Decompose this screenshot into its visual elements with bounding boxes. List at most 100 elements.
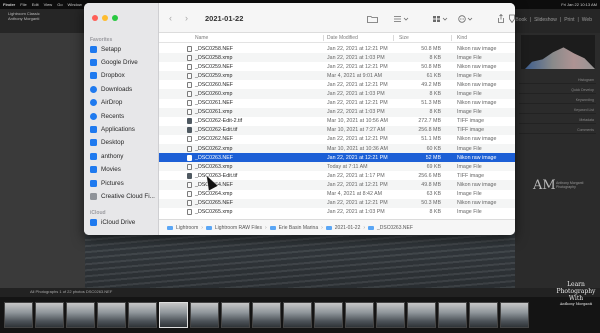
back-button[interactable]: ‹ [169, 14, 172, 23]
file-row[interactable]: _DSC0263.NEF Jan 22, 2021 at 12:21 PM 52 M… [159, 153, 515, 163]
sidebar-item-label: Dropbox [101, 72, 125, 80]
filmstrip-thumbnail[interactable] [438, 302, 467, 328]
minimize-window-button[interactable] [102, 15, 108, 21]
filmstrip-thumbnail[interactable] [128, 302, 157, 328]
column-header-name[interactable]: Name [195, 35, 208, 41]
sidebar-item-recents[interactable]: Recents [90, 110, 124, 122]
module-web[interactable]: Web [582, 17, 592, 23]
sidebar-item-dropbox[interactable]: Dropbox [90, 70, 125, 82]
file-row[interactable]: _DSC0258.NEF Jan 22, 2021 at 12:21 PM 50.8… [159, 44, 515, 53]
sidebar-item-anthony[interactable]: anthony [90, 150, 123, 162]
panel-section-metadata[interactable]: Metadata [519, 117, 596, 124]
file-row[interactable]: _DSC0265.xmp Jan 22, 2021 at 1:03 PM 8 KB I… [159, 208, 515, 217]
filmstrip-thumbnail[interactable] [407, 302, 436, 328]
filmstrip-thumbnail[interactable] [500, 302, 529, 328]
menu-item-file[interactable]: File [20, 0, 26, 9]
new-folder-icon[interactable] [366, 14, 378, 23]
file-size: 60 KB [426, 145, 441, 152]
file-row[interactable]: _DSC0260.xmp Jan 22, 2021 at 1:03 PM 8 KB I… [159, 89, 515, 99]
file-date-modified: Mar 4, 2021 at 9:01 AM [327, 72, 383, 79]
file-row[interactable]: _DSC0258.xmp Jan 22, 2021 at 1:03 PM 8 KB I… [159, 53, 515, 63]
filmstrip-thumbnail[interactable] [469, 302, 498, 328]
column-header-kind[interactable]: Kind [457, 35, 467, 41]
file-row[interactable]: _DSC0264.xmp Mar 4, 2021 at 8:42 AM 63 KB I… [159, 190, 515, 199]
list-view-icon[interactable] [392, 14, 410, 23]
file-row[interactable]: _DSC0262.xmp Mar 10, 2021 at 10:36 AM 60 K… [159, 144, 515, 154]
column-header-date-modified[interactable]: Date Modified [327, 35, 358, 41]
filmstrip-thumbnail[interactable] [97, 302, 126, 328]
file-row[interactable]: _DSC0265.NEF Jan 22, 2021 at 12:21 PM 50.3… [159, 198, 515, 208]
filmstrip-thumbnail[interactable] [252, 302, 281, 328]
sidebar-item-applications[interactable]: Applications [90, 123, 135, 135]
filmstrip-source-label[interactable]: All Photographs 1 of 22 photos DSC0263.N… [30, 289, 112, 294]
file-row[interactable]: _DSC0259.NEF Jan 22, 2021 at 12:21 PM 50.8… [159, 62, 515, 71]
column-header-size[interactable]: Size [399, 35, 409, 41]
share-icon[interactable] [496, 14, 506, 23]
column-divider[interactable] [393, 35, 394, 41]
close-window-button[interactable] [92, 15, 98, 21]
filmstrip-thumbnail[interactable] [66, 302, 95, 328]
filmstrip-thumbnail[interactable] [159, 302, 188, 328]
path-segment[interactable]: Lightroom [176, 225, 198, 231]
filmstrip-thumbnail[interactable] [345, 302, 374, 328]
document-icon [187, 154, 192, 161]
menu-item-view[interactable]: View [44, 0, 53, 9]
panel-section-histogram[interactable]: Histogram [519, 77, 596, 84]
path-segment[interactable]: _DSC0263.NEF [377, 225, 413, 231]
am-logo-subtitle: Anthony Morganti Photography [556, 181, 584, 189]
sidebar-item-google-drive[interactable]: Google Drive [90, 56, 138, 68]
downloads-icon [90, 85, 97, 93]
sidebar-item-setapp[interactable]: Setapp [90, 43, 121, 55]
path-segment[interactable]: 2021-01-22 [335, 225, 361, 231]
menu-item-edit[interactable]: Edit [32, 0, 39, 9]
file-kind: TIFF image [457, 127, 485, 134]
module-separator: | [559, 17, 562, 23]
menu-item-go[interactable]: Go [57, 0, 62, 9]
zoom-window-button[interactable] [112, 15, 118, 21]
file-row[interactable]: _DSC0259.xmp Mar 4, 2021 at 9:01 AM 61 KB I… [159, 71, 515, 81]
filmstrip-thumbnail[interactable] [314, 302, 343, 328]
sidebar-item-movies[interactable]: Movies [90, 164, 121, 176]
filmstrip-thumbnail[interactable] [221, 302, 250, 328]
sidebar-item-label: Pictures [101, 179, 124, 187]
file-row[interactable]: _DSC0262-Edit.tif Mar 10, 2021 at 7:27 AM… [159, 125, 515, 135]
file-row[interactable]: _DSC0260.NEF Jan 22, 2021 at 12:21 PM 49.2… [159, 80, 515, 89]
panel-section-quick-develop[interactable]: Quick Develop [519, 87, 596, 94]
file-row[interactable]: _DSC0262.NEF Jan 22, 2021 at 12:21 PM 51.1… [159, 135, 515, 144]
tag-icon[interactable] [509, 14, 515, 23]
panel-section-keyword-list[interactable]: Keyword List [519, 107, 596, 114]
column-divider[interactable] [451, 35, 452, 41]
module-slideshow[interactable]: Slideshow [534, 17, 557, 23]
group-by-icon[interactable] [431, 14, 449, 23]
panel-section-comments[interactable]: Comments [519, 127, 596, 134]
file-name: _DSC0262.NEF [195, 136, 233, 143]
filmstrip-thumbnail[interactable] [35, 302, 64, 328]
sidebar-item-creative-cloud-fi[interactable]: Creative Cloud Fi... [90, 190, 155, 202]
filmstrip-thumbnail[interactable] [283, 302, 312, 328]
file-name: _DSC0260.xmp [195, 90, 233, 97]
menu-item-window[interactable]: Window [68, 0, 82, 9]
path-segment[interactable]: Erie Basin Marina [279, 225, 318, 231]
action-menu-icon[interactable] [456, 14, 474, 23]
panel-section-keywording[interactable]: Keywording [519, 97, 596, 104]
file-row[interactable]: _DSC0262-Edit-2.tif Mar 10, 2021 at 10:56… [159, 117, 515, 126]
sidebar-item-desktop[interactable]: Desktop [90, 137, 124, 149]
sidebar-item-pictures[interactable]: Pictures [90, 177, 124, 189]
sidebar-item-airdrop[interactable]: AirDrop [90, 97, 122, 109]
filmstrip-thumbnail[interactable] [376, 302, 405, 328]
filmstrip-thumbnail[interactable] [190, 302, 219, 328]
column-divider[interactable] [323, 35, 324, 41]
file-row[interactable]: _DSC0261.xmp Jan 22, 2021 at 1:03 PM 8 KB I… [159, 107, 515, 117]
file-row[interactable]: _DSC0261.NEF Jan 22, 2021 at 12:21 PM 51.3… [159, 99, 515, 108]
file-row[interactable]: _DSC0263.xmp Today at 7:11 AM 69 KB Image F… [159, 162, 515, 172]
path-segment[interactable]: Lightroom RAW Files [215, 225, 262, 231]
sidebar-item-label: Movies [101, 166, 121, 174]
menu-item-finder[interactable]: Finder [3, 0, 15, 9]
finder-window: Favorites iCloud Setapp Google Drive Dropb… [84, 3, 515, 235]
sidebar-item-downloads[interactable]: Downloads [90, 83, 132, 95]
module-print[interactable]: Print [564, 17, 574, 23]
forward-button[interactable]: › [185, 14, 188, 23]
filmstrip-thumbnail[interactable] [4, 302, 33, 328]
module-book[interactable]: Book [515, 17, 526, 23]
sidebar-item-icloud-drive[interactable]: iCloud Drive [90, 216, 135, 228]
